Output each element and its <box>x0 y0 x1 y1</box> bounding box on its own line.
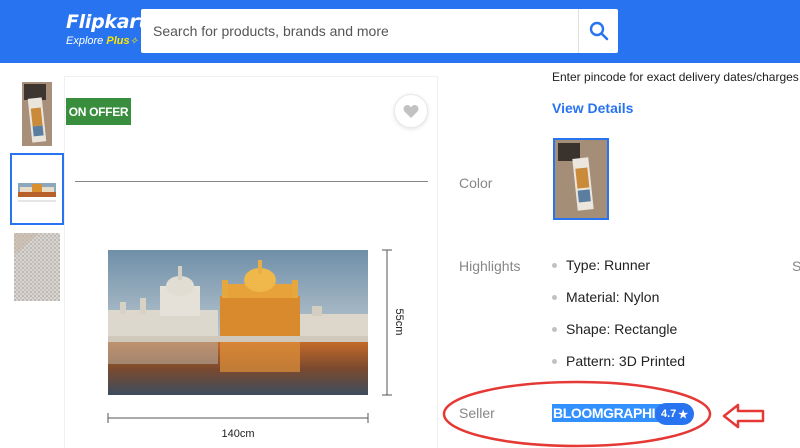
golden-temple-rug-image: 140cm 55cm <box>107 249 405 440</box>
highlight-item: Shape: Rectangle <box>552 320 685 352</box>
top-nav-bar: Flipkart Explore Plus✧ <box>0 0 800 63</box>
highlight-item: Type: Runner <box>552 256 685 288</box>
highlight-item: Material: Nylon <box>552 288 685 320</box>
image-divider <box>75 181 428 182</box>
thumbnail-runner-room[interactable] <box>10 78 64 150</box>
seller-label: Seller <box>459 405 495 421</box>
color-swatch-image <box>555 140 607 218</box>
wishlist-button[interactable] <box>394 94 428 128</box>
runner-room-image <box>10 78 64 150</box>
logo-tagline: Explore Plus✧ <box>66 34 147 49</box>
logo-name: Flipkart <box>66 11 148 33</box>
logo-plus-text: Plus <box>106 35 130 47</box>
seller-rating-value: 4.7 <box>661 408 677 420</box>
rug-texture-image <box>14 233 60 301</box>
height-dimension-label: 55cm <box>393 309 405 336</box>
thumbnail-rug-texture[interactable] <box>10 231 64 303</box>
highlights-list: Type: Runner Material: Nylon Shape: Rect… <box>552 256 685 384</box>
color-swatch-selected[interactable] <box>553 138 609 220</box>
heart-icon <box>403 104 419 118</box>
highlights-label: Highlights <box>459 258 521 274</box>
search-button[interactable] <box>578 9 618 53</box>
seller-rating-badge: 4.7 ★ <box>655 403 695 425</box>
logo-explore-text: Explore <box>66 35 104 47</box>
pincode-note: Enter pincode for exact delivery dates/c… <box>552 70 799 84</box>
star-icon: ★ <box>678 408 689 421</box>
plus-star-icon: ✧ <box>129 36 138 47</box>
thumbnail-golden-temple[interactable] <box>10 153 64 225</box>
search-input[interactable] <box>141 9 579 53</box>
cut-off-heading: S <box>792 258 800 274</box>
highlight-item: Pattern: 3D Printed <box>552 352 685 384</box>
golden-temple-thumb-image <box>12 155 62 223</box>
color-label: Color <box>459 175 493 191</box>
flipkart-logo[interactable]: Flipkart Explore Plus✧ <box>66 12 147 49</box>
annotation-arrow-icon <box>722 403 765 429</box>
width-dimension-label: 140cm <box>221 428 254 440</box>
on-offer-badge: ON OFFER <box>66 98 131 125</box>
search-icon <box>589 21 608 41</box>
view-details-link[interactable]: View Details <box>552 100 633 116</box>
search-bar <box>141 9 618 53</box>
